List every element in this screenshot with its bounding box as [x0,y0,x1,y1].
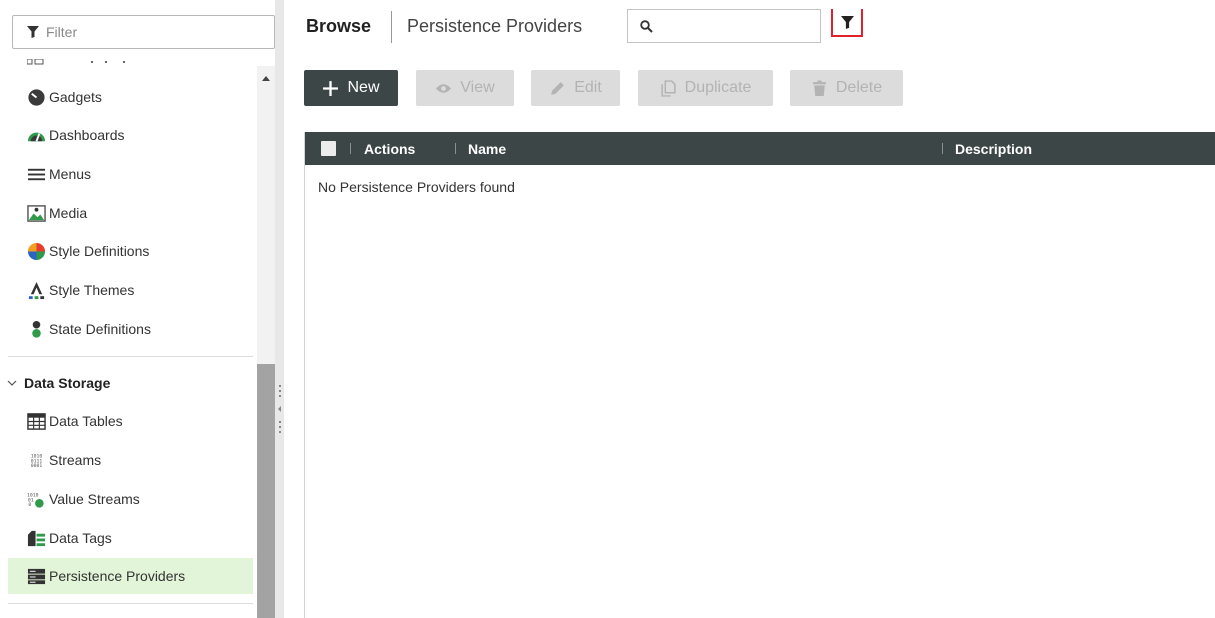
browse-title: Browse [306,16,372,36]
sidebar-item-label: Menus [49,166,92,182]
pencil-icon [551,81,565,95]
scrollbar-thumb[interactable] [257,364,275,618]
persistence-providers-icon [27,568,46,584]
panel-splitter[interactable] [275,0,284,618]
sidebar-item-label: Gadgets [49,89,102,105]
value-streams-icon: 1010 01 0 [27,492,44,508]
duplicate-icon [661,79,676,97]
svg-text:0: 0 [28,502,31,508]
sidebar-divider [8,603,253,604]
breadcrumb-separator [391,11,392,43]
edit-button-label: Edit [574,79,602,96]
sidebar-item-label: Value Streams [49,491,140,507]
streams-icon: 1010 0111 0001 [31,453,43,469]
sidebar-item-label: Streams [49,452,102,468]
eye-icon [436,83,452,93]
sidebar-item-data-tables[interactable]: Data Tables [8,403,253,439]
new-button-label: New [347,79,380,96]
filter-placeholder: Filter [46,24,78,40]
column-header-actions[interactable]: Actions [364,141,415,157]
data-tags-icon [27,530,46,546]
column-separator [455,143,456,154]
dashboards-icon [27,132,46,142]
grid-header: Actions Name Description [305,132,1215,165]
sidebar-item-style-definitions[interactable]: Style Definitions [8,233,253,269]
duplicate-button[interactable]: Duplicate [638,70,773,106]
gadgets-icon [28,88,45,106]
view-button[interactable]: View [416,70,514,106]
sidebar-item-gadgets[interactable]: Gadgets [8,79,253,115]
scroll-up-arrow-icon[interactable] [257,72,275,84]
view-button-label: View [460,79,495,96]
sidebar-item-streams[interactable]: 1010 0111 0001 Streams [8,442,253,478]
search-input[interactable] [659,14,809,38]
sidebar-item-label: Data Tags [49,530,112,546]
column-header-name[interactable]: Name [468,141,506,157]
filter-icon [840,15,854,29]
state-definitions-icon [32,320,41,338]
media-icon [27,204,46,222]
column-separator [942,143,943,154]
search-icon [640,19,653,33]
section-label: Data Storage [24,375,111,391]
delete-button-label: Delete [835,79,883,96]
sidebar-item-label: State Definitions [49,321,151,337]
sidebar-item-style-themes[interactable]: Style Themes [8,272,253,308]
edit-button[interactable]: Edit [531,70,620,106]
style-definitions-icon [27,242,46,260]
sidebar-item-label: Persistence Providers [49,568,186,584]
sidebar-item-label: Style Definitions [49,243,150,259]
sidebar-item-media[interactable]: Media [8,195,253,231]
sidebar-item-value-streams[interactable]: 1010 01 0 Value Streams [8,481,253,517]
sidebar-item-label: Style Themes [49,282,135,298]
sidebar-item-dashboards[interactable]: Dashboards [8,117,253,153]
trash-icon [813,80,826,96]
main-panel: Browse Persistence Providers New View Ed… [290,0,1215,618]
sidebar-item-label: Data Tables [49,413,123,429]
breadcrumb-entity-type: Persistence Providers [407,16,583,36]
sidebar-section-data-storage[interactable]: Data Storage [7,372,110,394]
select-all-checkbox[interactable] [321,141,336,156]
sidebar-item-state-definitions[interactable]: State Definitions [8,311,253,347]
column-separator [350,143,351,154]
chevron-down-icon [7,380,17,386]
results-grid: Actions Name Description No Persistence … [304,132,1215,618]
clipped-item-icon [27,59,125,65]
sidebar-item-label: Media [49,205,88,221]
splitter-grip-icon [278,385,281,433]
plus-icon [323,80,339,96]
sidebar-filter-input[interactable]: Filter [12,15,275,49]
search-box[interactable] [627,9,821,43]
sidebar-nav: Gadgets Dashboards Menus Media Style Def… [0,58,257,618]
sidebar-scrollbar[interactable] [257,66,275,618]
sidebar-item-label: Dashboards [49,127,125,143]
data-tables-icon [27,412,46,430]
sidebar-item-persistence-providers[interactable]: Persistence Providers [8,558,253,594]
new-button[interactable]: New [304,70,398,106]
sidebar-item-data-tags[interactable]: Data Tags [8,520,253,556]
menus-icon [27,168,46,180]
advanced-filter-button[interactable] [831,9,863,37]
delete-button[interactable]: Delete [790,70,903,106]
filter-icon [27,26,39,38]
sidebar: Filter Gadgets Dashboards Menus Media St… [0,0,275,618]
sidebar-divider [8,356,253,357]
style-themes-icon [28,281,45,299]
sidebar-item-menus[interactable]: Menus [8,156,253,192]
column-header-description[interactable]: Description [955,141,1032,157]
duplicate-button-label: Duplicate [684,79,752,96]
svg-text:0001: 0001 [31,463,43,469]
empty-grid-message: No Persistence Providers found [318,179,515,195]
